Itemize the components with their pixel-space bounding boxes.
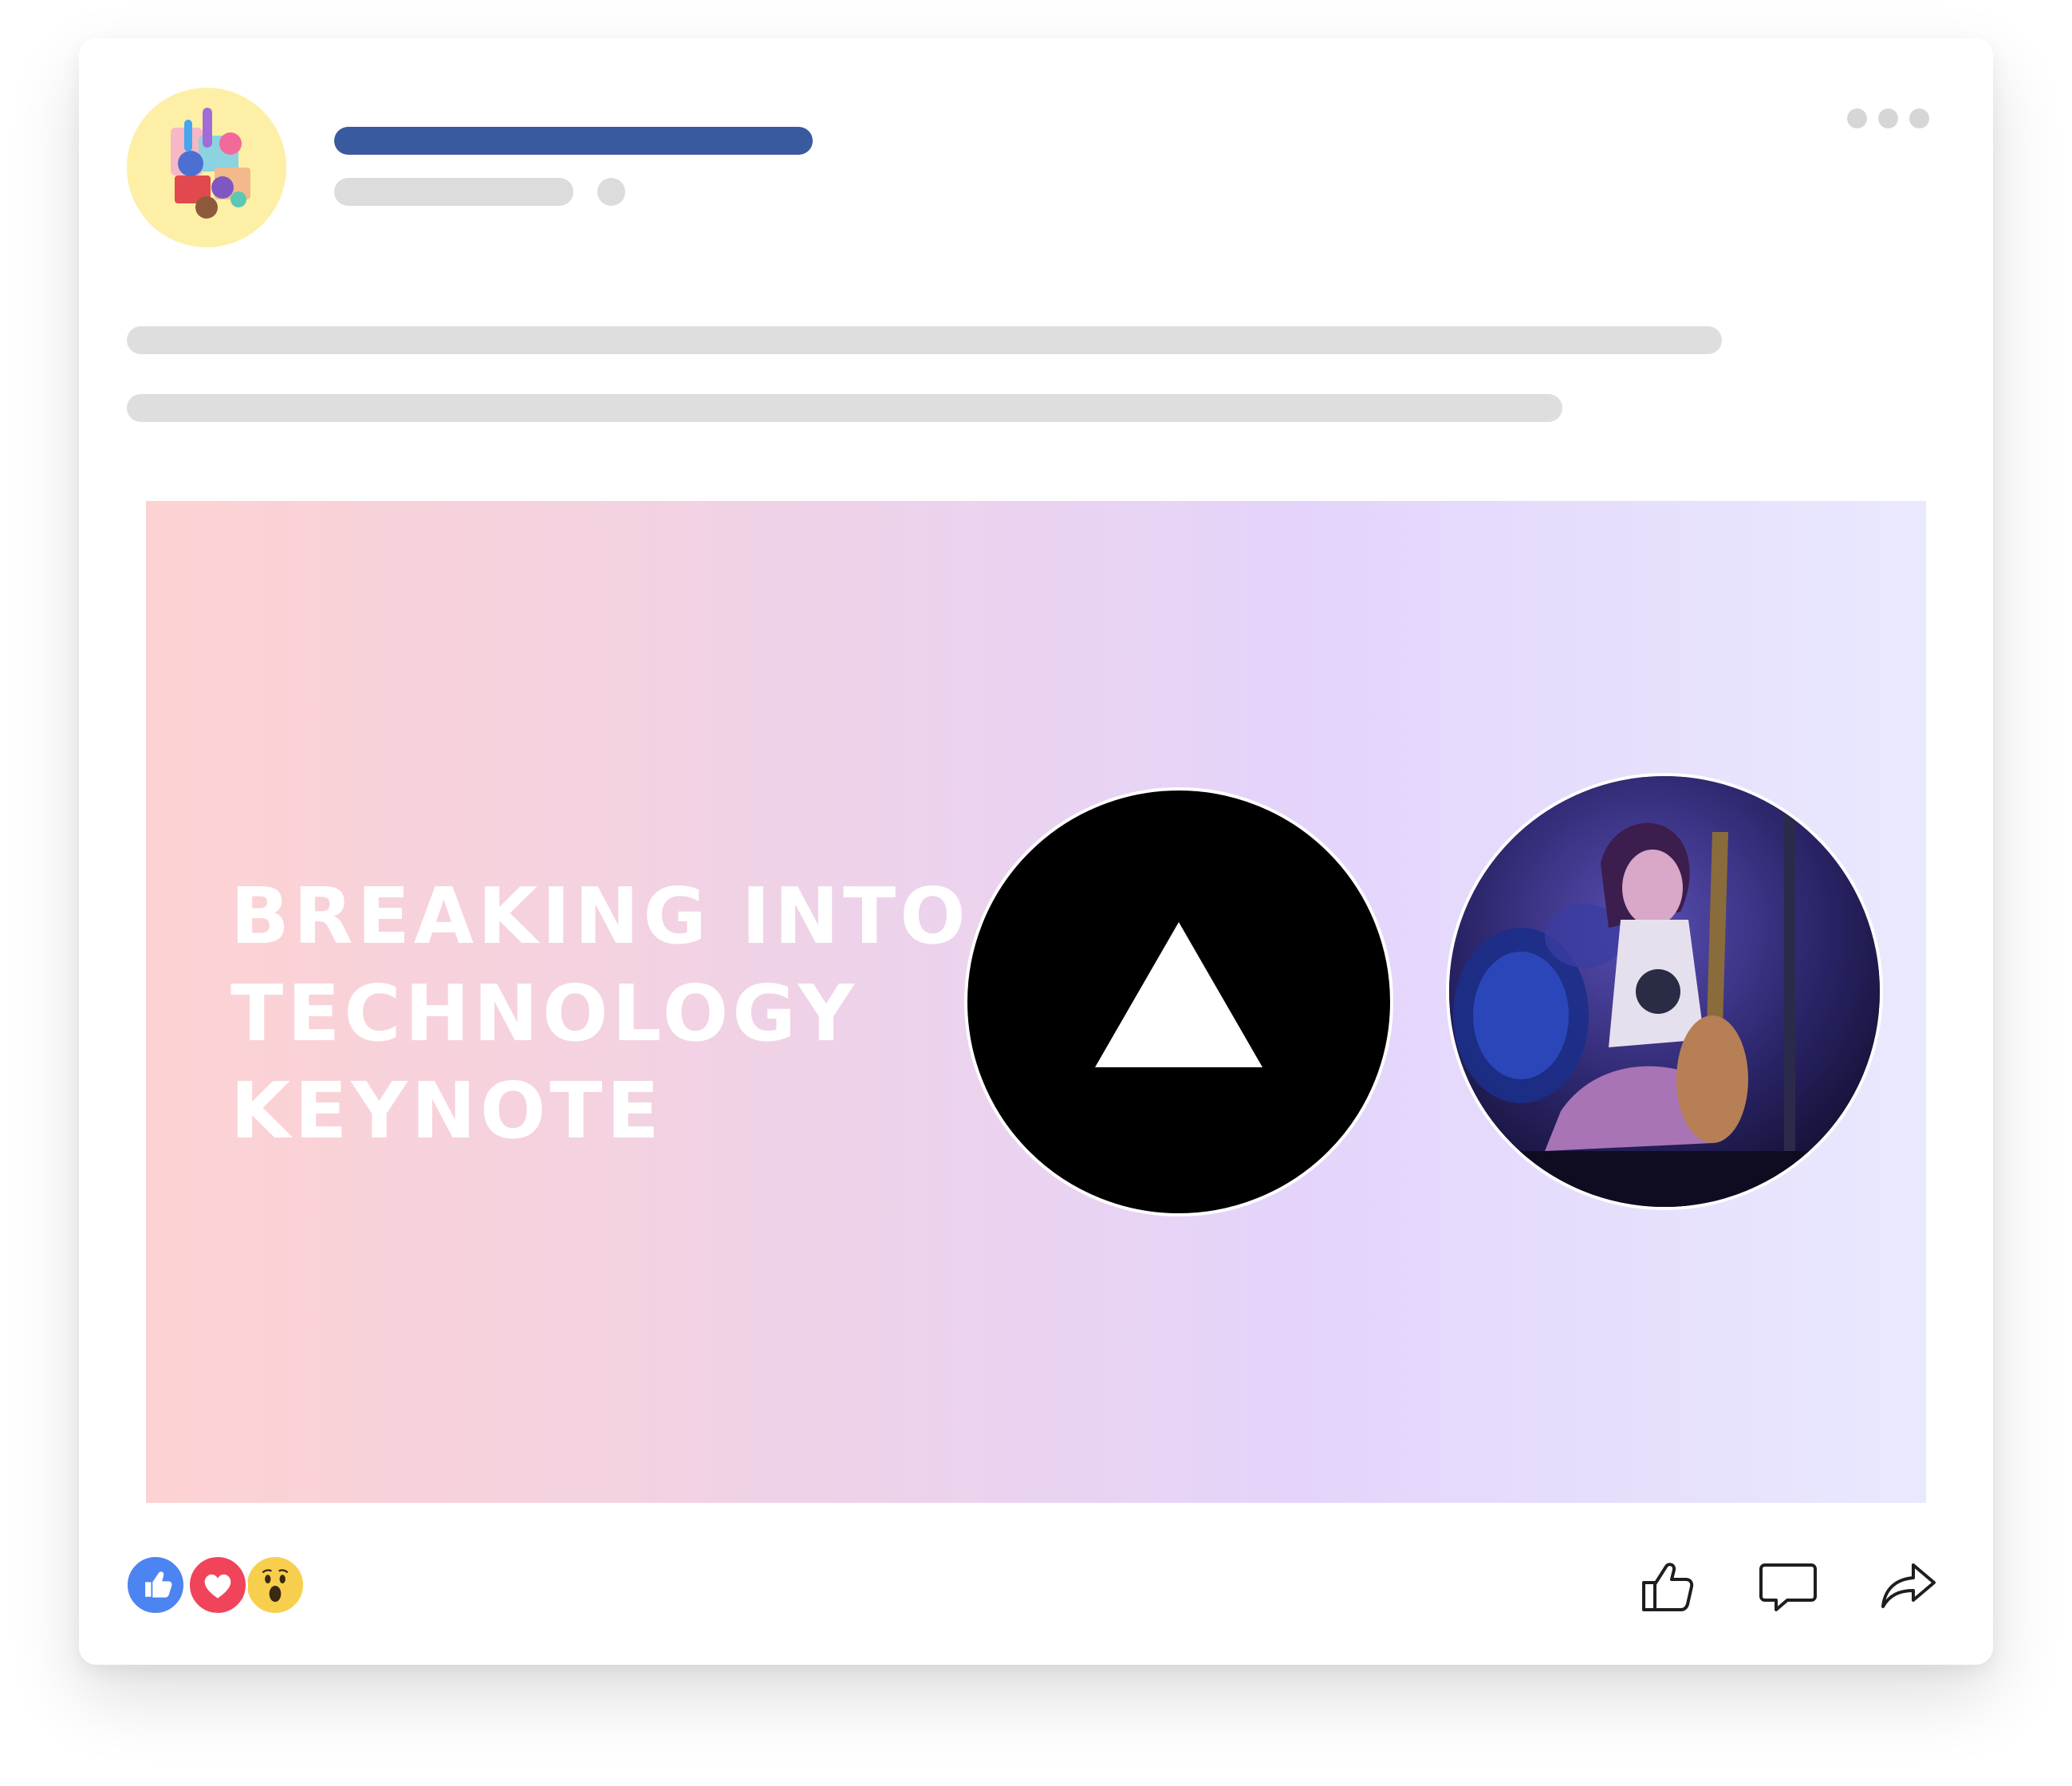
more-dots-icon[interactable] xyxy=(1847,108,1929,128)
brand-logo xyxy=(964,787,1393,1216)
page-avatar[interactable] xyxy=(127,88,286,247)
media-title-line: KEYNOTE xyxy=(230,1066,664,1156)
comment-icon[interactable] xyxy=(1757,1554,1819,1616)
share-icon[interactable] xyxy=(1877,1554,1939,1616)
more-dot xyxy=(1847,108,1867,128)
post-text-placeholder-line xyxy=(127,394,1562,422)
post-actions xyxy=(1637,1554,1939,1616)
speaker-photo xyxy=(1446,773,1883,1210)
triangle-logo-icon xyxy=(1095,922,1263,1067)
like-reaction-icon xyxy=(125,1555,186,1615)
timestamp-placeholder xyxy=(334,178,573,206)
media-title-line: TECHNOLOGY xyxy=(230,968,858,1059)
avatar-illustration xyxy=(127,88,286,247)
privacy-icon-placeholder xyxy=(597,178,625,206)
media-title-line: BREAKING INTO xyxy=(230,871,970,961)
post-card: BREAKING INTO TECHNOLOGY KEYNOTE xyxy=(79,38,1993,1665)
post-text-placeholder-line xyxy=(127,326,1722,354)
post-media[interactable]: BREAKING INTO TECHNOLOGY KEYNOTE xyxy=(146,501,1926,1503)
like-icon[interactable] xyxy=(1637,1554,1700,1616)
author-name-placeholder[interactable] xyxy=(334,127,813,155)
media-title: BREAKING INTO TECHNOLOGY KEYNOTE xyxy=(230,868,970,1160)
love-reaction-icon xyxy=(187,1555,248,1615)
more-dot xyxy=(1878,108,1898,128)
speaker-photo-illustration xyxy=(1449,776,1880,1207)
wow-reaction-icon xyxy=(245,1555,305,1615)
more-dot xyxy=(1909,108,1929,128)
